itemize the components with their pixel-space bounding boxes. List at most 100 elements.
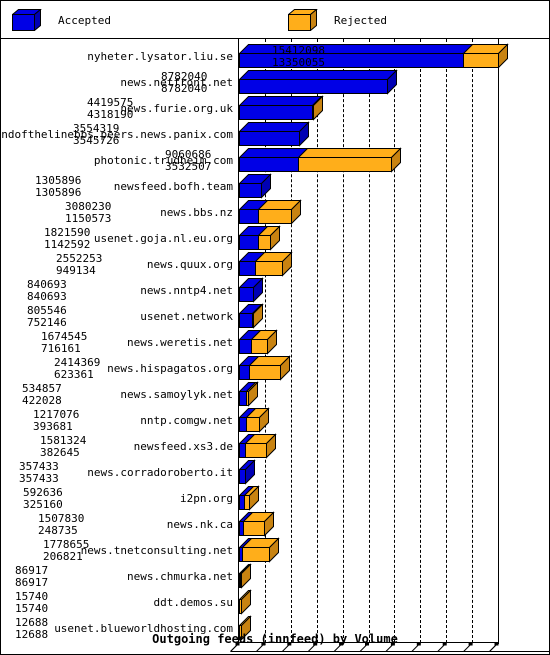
- bar-row: i2pn.org 592636 325160: [1, 485, 549, 513]
- bar-value-labels: 1674545 716161: [41, 330, 87, 357]
- bar-row-label: usenet.goja.nl.eu.org: [93, 232, 233, 245]
- cube-icon-accepted: [12, 9, 42, 31]
- stacked-bar: [238, 173, 272, 200]
- bar-row-label: news.corradoroberto.it: [87, 466, 233, 479]
- chart-legend: Accepted Rejected: [1, 1, 549, 39]
- stacked-bar: [238, 511, 275, 538]
- bar-value-labels: 840693 840693: [27, 278, 67, 305]
- bar-value-accepted: 248735: [38, 524, 78, 537]
- legend-label-accepted: Accepted: [58, 13, 111, 27]
- bar-rows: nyheter.lysator.liu.se 15412098 13350055 ne…: [1, 43, 549, 642]
- bar-row-label: news.bbs.nz: [160, 206, 233, 219]
- legend-item-accepted: Accepted: [12, 8, 111, 32]
- bar-value-labels: 9060686 3532507: [165, 148, 211, 175]
- bar-value-accepted: 8782040: [161, 82, 208, 95]
- stacked-bar: [238, 251, 293, 278]
- bar-row: news.corradoroberto.it 357433 357433: [1, 459, 549, 487]
- bar-value-labels: 4419575 4318190: [87, 96, 133, 123]
- bar-value-labels: 592636 325160: [23, 486, 63, 513]
- bar-value-accepted: 840693: [27, 290, 67, 303]
- bar-row: news.quux.org 2552253 949134: [1, 251, 549, 279]
- bar-row-label: news.nntp4.net: [140, 284, 233, 297]
- bar-row-label: news.chmurka.net: [127, 570, 233, 583]
- bar-value-accepted: 422028: [22, 394, 62, 407]
- stacked-bar: [238, 563, 252, 590]
- bar-value-accepted: 3532507: [165, 160, 212, 173]
- bar-row-label: nyheter.lysator.liu.se: [87, 50, 233, 63]
- bar-row-label: usenet.network: [140, 310, 233, 323]
- stacked-bar: [238, 277, 264, 304]
- bar-value-accepted: 1150573: [65, 212, 112, 225]
- bar-row-label: news.tnetconsulting.net: [80, 544, 233, 557]
- bar-row-label: i2pn.org: [180, 492, 233, 505]
- bar-row: photonic.trudheim.com 9060686 3532507: [1, 147, 549, 175]
- bar-value-labels: 2414369 623361: [54, 356, 100, 383]
- bar-row: news.bbs.nz 3080230 1150573: [1, 199, 549, 227]
- bar-value-accepted: 3545726: [73, 134, 120, 147]
- stacked-bar: [238, 121, 310, 148]
- bar-row: newsfeed.xs3.de 1581324 382645: [1, 433, 549, 461]
- bar-value-labels: 1217076 393681: [33, 408, 79, 435]
- legend-item-rejected: Rejected: [288, 8, 387, 32]
- bar-value-accepted: 4318190: [87, 108, 134, 121]
- bar-value-accepted: 623361: [54, 368, 94, 381]
- bar-value-labels: 805546 752146: [27, 304, 67, 331]
- bar-row-label: news.hispagatos.org: [107, 362, 233, 375]
- bar-row-label: photonic.trudheim.com: [93, 154, 233, 167]
- stacked-bar: [238, 95, 324, 122]
- stacked-bar: [238, 355, 291, 382]
- bar-value-accepted: 382645: [40, 446, 80, 459]
- bar-row: news.tnetconsulting.net 1778655 206821: [1, 537, 549, 565]
- bar-value-accepted: 86917: [15, 576, 49, 589]
- bar-value-accepted: 206821: [43, 550, 83, 563]
- bar-value-labels: 1821590 1142592: [44, 226, 90, 253]
- stacked-bar: [238, 225, 281, 252]
- bar-row: nyheter.lysator.liu.se 15412098 13350055: [1, 43, 549, 71]
- stacked-bar: [238, 147, 402, 174]
- bar-row: newsfeed.bofh.team 1305896 1305896: [1, 173, 549, 200]
- bar-value-accepted: 1305896: [35, 186, 82, 199]
- bar-row: news.nk.ca 1507830 248735: [1, 511, 549, 539]
- bar-row: ddt.demos.su 15740 15740: [1, 589, 549, 616]
- bar-row-label: news.nk.ca: [166, 518, 233, 531]
- bar-row-label: newsfeed.bofh.team: [113, 180, 233, 193]
- bar-value-labels: 534857 422028: [22, 382, 62, 409]
- bar-value-accepted: 13350055: [272, 56, 325, 69]
- stacked-bar: [238, 199, 302, 226]
- bar-value-labels: 3080230 1150573: [65, 200, 111, 227]
- bar-row-label: news.weretis.net: [127, 336, 233, 349]
- bar-value-accepted: 357433: [19, 472, 59, 485]
- stacked-bar: [238, 381, 259, 408]
- stacked-bar: [238, 537, 280, 564]
- bar-value-labels: 357433 357433: [19, 460, 59, 487]
- bar-row: nntp.comgw.net 1217076 393681: [1, 407, 549, 435]
- bar-value-labels: 8782040 8782040: [161, 70, 207, 97]
- bar-value-accepted: 752146: [27, 316, 67, 329]
- bar-value-accepted: 716161: [41, 342, 81, 355]
- bar-value-accepted: 325160: [23, 498, 63, 511]
- bar-value-labels: 2552253 949134: [56, 252, 102, 279]
- bar-value-labels: 86917 86917: [15, 564, 48, 591]
- bar-value-labels: 1507830 248735: [38, 512, 84, 539]
- bar-value-labels: 1581324 382645: [40, 434, 86, 461]
- stacked-bar: [238, 69, 398, 96]
- plot-area: nyheter.lysator.liu.se 15412098 13350055 ne…: [1, 39, 549, 654]
- bar-row: news.netfront.net 8782040 8782040: [1, 69, 549, 97]
- stacked-bar: [238, 589, 252, 616]
- bar-value-accepted: 1142592: [44, 238, 91, 251]
- bar-value-labels: 1778655 206821: [43, 538, 89, 565]
- cube-icon-rejected: [288, 9, 318, 31]
- bar-row-label: news.samoylyk.net: [120, 388, 233, 401]
- stacked-bar: [238, 303, 264, 330]
- bar-value-accepted: 15740: [15, 602, 49, 615]
- bar-row: news.weretis.net 1674545 716161: [1, 329, 549, 357]
- bar-row: news.samoylyk.net 534857 422028: [1, 381, 549, 409]
- bar-row-label: ddt.demos.su: [153, 596, 233, 609]
- bar-row-label: news.furie.org.uk: [120, 102, 233, 115]
- bar-row: news.furie.org.uk 4419575 4318190: [1, 95, 549, 123]
- stacked-bar: [238, 407, 270, 434]
- chart-x-title: Outgoing feeds (innfeed) by Volume: [152, 632, 398, 646]
- bar-value-labels: 15412098 13350055: [272, 44, 325, 71]
- bar-row: news.hispagatos.org 2414369 623361: [1, 355, 549, 383]
- bar-value-accepted: 949134: [56, 264, 96, 277]
